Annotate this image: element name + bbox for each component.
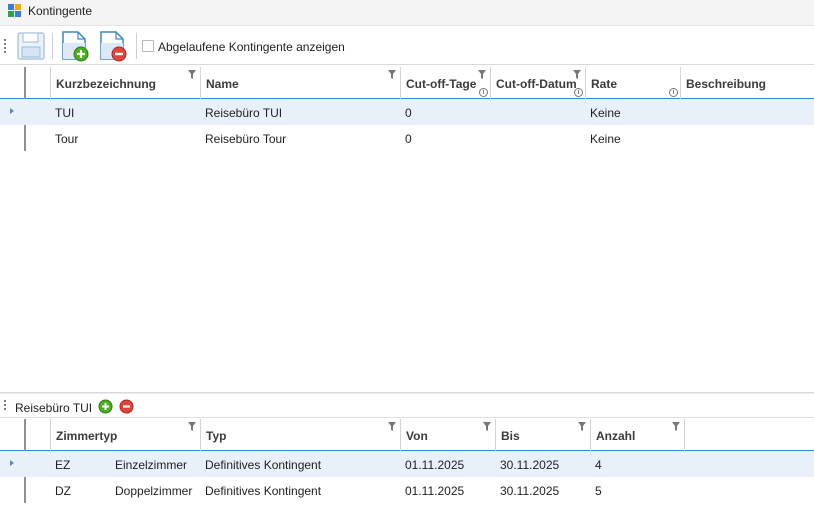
column-label: Kurzbezeichnung: [56, 77, 157, 91]
cell-von: 01.11.2025: [405, 458, 465, 472]
add-document-icon: [62, 31, 89, 62]
column-header-name[interactable]: Name: [200, 67, 400, 99]
filter-icon[interactable]: [388, 70, 396, 79]
table-row[interactable]: Tour Reisebüro Tour 0 Keine: [0, 125, 814, 151]
current-row-indicator-icon: [10, 108, 14, 114]
toolbar: Abgelaufene Kontingente anzeigen: [0, 27, 814, 65]
remove-document-icon: [100, 31, 127, 62]
cell-cutoff-tage: 0: [405, 132, 412, 146]
column-header-bis[interactable]: Bis: [495, 419, 590, 451]
filter-icon[interactable]: [483, 422, 491, 431]
filter-icon[interactable]: [388, 422, 396, 431]
cell-zimmertyp-code: DZ: [55, 484, 71, 498]
column-header-zimmertyp[interactable]: Zimmertyp: [50, 419, 200, 451]
cell-anzahl: 4: [595, 458, 602, 472]
detail-toolbar: Reisebüro TUI: [0, 394, 814, 418]
toolbar-grip[interactable]: [4, 400, 7, 412]
detail-title: Reisebüro TUI: [15, 401, 93, 415]
table-row[interactable]: TUI Reisebüro TUI 0 Keine: [0, 99, 814, 125]
filter-icon[interactable]: [188, 70, 196, 79]
toolbar-separator: [52, 33, 53, 59]
column-label: Zimmertyp: [56, 429, 118, 443]
column-label: Beschreibung: [686, 77, 767, 91]
column-label: Name: [206, 77, 239, 91]
cell-rate: Keine: [590, 132, 621, 146]
main-grid-header: Kurzbezeichnung Name Cut-off-Tage i Cut-…: [0, 67, 814, 99]
remove-icon[interactable]: [119, 399, 134, 414]
cell-cutoff-tage: 0: [405, 106, 412, 120]
cell-zimmertyp-code: EZ: [55, 458, 71, 472]
column-header-cutoff-datum[interactable]: Cut-off-Datum i: [490, 67, 585, 99]
filter-icon[interactable]: [188, 422, 196, 431]
cell-kurzbezeichnung: TUI: [55, 106, 75, 120]
column-header-typ[interactable]: Typ: [200, 419, 400, 451]
column-header-rate[interactable]: Rate i: [585, 67, 680, 99]
cell-typ: Definitives Kontingent: [205, 458, 322, 472]
column-label: Bis: [501, 429, 520, 443]
row-header-column: [24, 67, 50, 99]
detail-grid-header: Zimmertyp Typ Von Bis Anzahl: [0, 419, 814, 451]
remove-button[interactable]: [96, 29, 130, 63]
cell-rate: Keine: [590, 106, 621, 120]
info-icon[interactable]: i: [669, 88, 678, 97]
save-button[interactable]: [14, 29, 48, 63]
cell-zimmertyp: Einzelzimmer: [115, 458, 188, 472]
column-header-kurzbezeichnung[interactable]: Kurzbezeichnung: [50, 67, 200, 99]
info-icon[interactable]: i: [574, 88, 583, 97]
add-button[interactable]: [58, 29, 92, 63]
toolbar-grip[interactable]: [4, 39, 7, 55]
cell-name: Reisebüro Tour: [205, 132, 287, 146]
column-label: Cut-off-Tage: [406, 77, 477, 91]
cell-anzahl: 5: [595, 484, 602, 498]
info-icon[interactable]: i: [479, 88, 488, 97]
toolbar-separator: [136, 33, 137, 59]
table-row[interactable]: EZ Einzelzimmer Definitives Kontingent 0…: [0, 451, 814, 477]
cell-typ: Definitives Kontingent: [205, 484, 322, 498]
cell-bis: 30.11.2025: [500, 458, 560, 472]
column-header-beschreibung[interactable]: Beschreibung: [680, 67, 814, 99]
column-label: Cut-off-Datum: [496, 77, 577, 91]
row-header-column: [24, 419, 50, 451]
column-header-von[interactable]: Von: [400, 419, 495, 451]
table-row[interactable]: DZ Doppelzimmer Definitives Kontingent 0…: [0, 477, 814, 503]
title-bar: Kontingente: [0, 0, 814, 26]
column-header-anzahl[interactable]: Anzahl: [590, 419, 685, 451]
cell-bis: 30.11.2025: [500, 484, 560, 498]
cell-kurzbezeichnung: Tour: [55, 132, 79, 146]
save-icon: [17, 32, 45, 60]
cell-name: Reisebüro TUI: [205, 106, 283, 120]
cell-zimmertyp: Doppelzimmer: [115, 484, 193, 498]
column-header-cutoff-tage[interactable]: Cut-off-Tage i: [400, 67, 490, 99]
column-label: Typ: [206, 429, 227, 443]
app-icon: [8, 4, 21, 17]
show-expired-checkbox[interactable]: [142, 40, 154, 52]
column-label: Von: [406, 429, 428, 443]
current-row-indicator-icon: [10, 460, 14, 466]
filter-icon[interactable]: [672, 422, 680, 431]
window-title: Kontingente: [28, 4, 93, 18]
filter-icon[interactable]: [573, 70, 581, 79]
filter-icon[interactable]: [478, 70, 486, 79]
column-label: Anzahl: [596, 429, 636, 443]
cell-von: 01.11.2025: [405, 484, 465, 498]
show-expired-label: Abgelaufene Kontingente anzeigen: [158, 40, 345, 54]
column-label: Rate: [591, 77, 618, 91]
filter-icon[interactable]: [578, 422, 586, 431]
add-icon[interactable]: [98, 399, 113, 414]
